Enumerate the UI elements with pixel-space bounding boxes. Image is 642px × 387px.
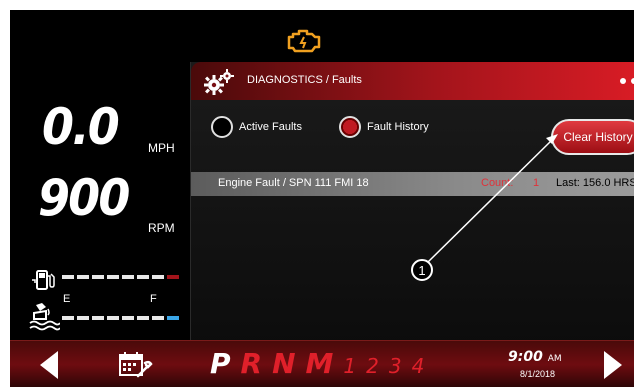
- rpm-unit: RPM: [148, 221, 175, 235]
- speed-value: 0.0: [42, 98, 120, 156]
- fuel-level-bar: [62, 275, 179, 279]
- bottom-bar: P R N M 1 2 3 4 9:00 AM 8/1/2018: [10, 340, 634, 387]
- display-screen: 0.0 MPH 900 RPM E F DIAGNOSTICS / Faults…: [10, 10, 634, 387]
- page-dot[interactable]: [620, 78, 626, 84]
- gear-r: R: [240, 347, 263, 380]
- panel-header: DIAGNOSTICS / Faults: [191, 62, 634, 100]
- gear-3: 3: [388, 354, 402, 378]
- fault-name: Engine Fault / SPN 111 FMI 18: [218, 177, 369, 189]
- page-indicator[interactable]: [620, 78, 634, 84]
- gear-2: 2: [366, 354, 379, 378]
- clock-time: 9:00 AM: [508, 349, 562, 365]
- fault-count: 1: [533, 177, 540, 189]
- fault-history-option[interactable]: Fault History: [339, 116, 429, 138]
- def-empty-label: E: [63, 293, 71, 305]
- maintenance-calendar-icon[interactable]: [118, 350, 154, 380]
- gear-4: 4: [411, 354, 425, 378]
- next-arrow-icon[interactable]: [600, 349, 626, 381]
- check-engine-icon: [287, 29, 321, 53]
- panel-title: DIAGNOSTICS / Faults: [247, 74, 362, 86]
- active-faults-label: Active Faults: [239, 121, 302, 133]
- clock-date: 8/1/2018: [520, 369, 556, 379]
- clock-ampm: AM: [547, 354, 562, 364]
- diagnostics-panel: DIAGNOSTICS / Faults Active Faults Fault…: [190, 62, 634, 350]
- clock-hours: 9:00: [508, 349, 543, 365]
- clear-history-button[interactable]: Clear History: [551, 119, 634, 155]
- previous-arrow-icon[interactable]: [36, 349, 62, 381]
- active-faults-radio[interactable]: [211, 116, 233, 138]
- active-faults-option[interactable]: Active Faults: [211, 116, 302, 138]
- def-fluid-icon: [29, 303, 60, 331]
- page-dot[interactable]: [631, 78, 634, 84]
- speed-unit: MPH: [148, 141, 175, 155]
- fault-history-radio[interactable]: [339, 116, 361, 138]
- gears-icon: [204, 69, 234, 95]
- fault-count-label: Count:: [481, 177, 514, 189]
- fault-history-label: Fault History: [367, 121, 429, 133]
- gear-p: P: [210, 347, 231, 380]
- fault-last-occurrence: Last: 156.0 HRS: [556, 177, 634, 189]
- gear-selector: P R N M 1 2 3 4: [210, 347, 424, 380]
- rpm-value: 900: [38, 169, 130, 227]
- def-level-bar: [62, 316, 179, 320]
- def-full-label: F: [150, 293, 157, 305]
- gear-m: M: [305, 347, 334, 380]
- fault-row[interactable]: Engine Fault / SPN 111 FMI 18 Count: 1 L…: [191, 172, 634, 196]
- fuel-pump-icon: [32, 270, 55, 290]
- gear-n: N: [272, 347, 296, 380]
- gear-1: 1: [343, 354, 357, 378]
- callout-number: 1: [411, 259, 433, 281]
